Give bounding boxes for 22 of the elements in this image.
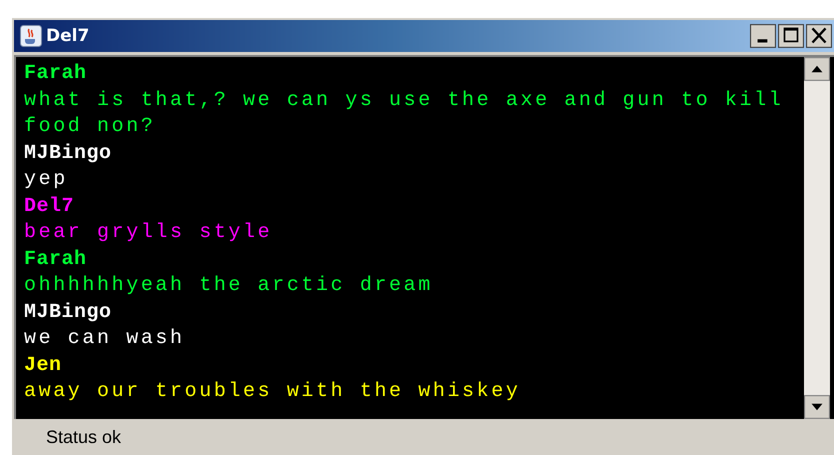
- sender-name: Jen: [24, 352, 63, 378]
- message-text: food non?: [24, 114, 156, 140]
- sender-name: MJBingo: [24, 140, 113, 166]
- sender-name: MJBingo: [24, 300, 113, 326]
- close-button[interactable]: [806, 24, 832, 48]
- message-text: ohhhhhhyeah the arctic dream: [24, 273, 434, 299]
- window-title: Del7: [46, 26, 90, 46]
- scrollbar[interactable]: [804, 57, 830, 419]
- status-text: Status ok: [45, 426, 122, 449]
- sender-name: Farah: [24, 246, 88, 272]
- sender-name: Del7: [24, 194, 76, 220]
- scroll-up-button[interactable]: [804, 57, 830, 81]
- sender-name: Farah: [24, 61, 88, 87]
- message-text: yep: [24, 167, 69, 193]
- maximize-button[interactable]: [778, 24, 804, 48]
- message-text: what is that,? we can ys use the axe and gun to kill: [24, 88, 784, 114]
- minimize-button[interactable]: [750, 24, 776, 48]
- message-text: away our troubles with the whiskey: [24, 379, 522, 405]
- scroll-down-button[interactable]: [804, 395, 830, 419]
- message-text: we can wash: [24, 326, 186, 352]
- coffee-cup-icon: [20, 25, 42, 47]
- message-text: bear grylls style: [24, 220, 274, 246]
